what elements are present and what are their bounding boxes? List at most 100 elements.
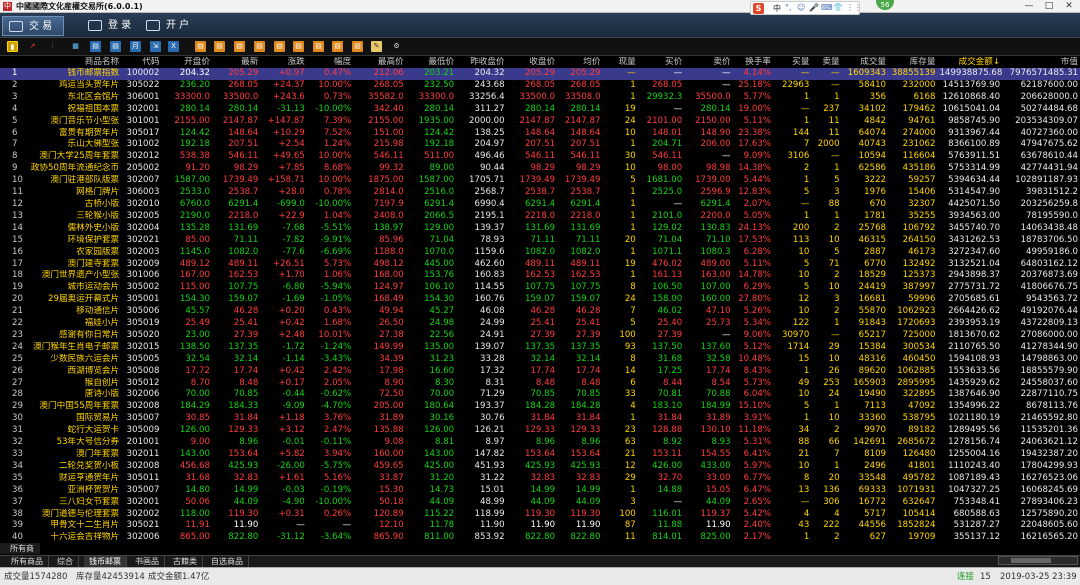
table-row[interactable]: 6 富贵有期贺年片 305017 124.42 148.64 +10.29 7.52% 151… bbox=[0, 128, 1080, 140]
table-row[interactable]: 37 三八妇女节套票 302001 50.06 44.09 -4.90 -10.00% 50.… bbox=[0, 497, 1080, 509]
column-header-bid-vol[interactable]: 买量 bbox=[773, 57, 811, 68]
table-row[interactable]: 38 澳门道德与伦理套票 302002 118.00 119.30 +0.31 0.26% 1… bbox=[0, 509, 1080, 521]
grid-icon[interactable]: ▦ bbox=[70, 41, 81, 52]
note-icon[interactable]: ✎ bbox=[371, 41, 382, 52]
table-row[interactable]: 26 西湖博览会片 305008 17.72 17.74 +0.42 2.42% 17.98 1… bbox=[0, 366, 1080, 378]
line-chart-icon[interactable]: ↗ bbox=[27, 41, 38, 52]
column-header-ask-vol[interactable]: 卖量 bbox=[811, 57, 841, 68]
history-icon[interactable]: ▤ bbox=[352, 41, 363, 52]
column-header-cur-vol[interactable]: 现量 bbox=[602, 57, 637, 68]
table-row[interactable]: 39 甲骨文十二生肖片 305021 11.91 11.90 — — 12.10 11.78 11… bbox=[0, 520, 1080, 532]
table-row[interactable]: 9 政协50周年流通纪念币 205002 91.20 98.29 +7.85 8.68% 99… bbox=[0, 163, 1080, 175]
horizontal-scrollbar[interactable] bbox=[998, 556, 1078, 565]
quote-table[interactable]: 商品名称 代码 开盘价 最新 涨跌 幅度 最高价 最低价 昨收盘价 收盘价 均价… bbox=[0, 57, 1080, 552]
cell-index: 16 bbox=[12, 246, 23, 257]
close-button[interactable]: ✕ bbox=[1060, 0, 1078, 12]
column-header-bid[interactable]: 买价 bbox=[638, 57, 684, 68]
table-row[interactable]: 15 环境保护套票 302021 85.00 71.11 -7.82 -9.91% 85.96… bbox=[0, 235, 1080, 247]
export-icon[interactable]: ⇲ bbox=[150, 41, 161, 52]
column-header-latest[interactable]: 最新 bbox=[212, 57, 260, 68]
table-row[interactable]: 17 澳门建寺套票 302009 489.12 489.11 +26.51 5.73% 498… bbox=[0, 259, 1080, 271]
transfer-icon[interactable]: ▤ bbox=[254, 41, 265, 52]
doc-icon[interactable]: ▤ bbox=[110, 41, 121, 52]
table-row[interactable]: 40 十六运会吉祥物片 302006 865.00 822.80 -31.12 -3.64%… bbox=[0, 532, 1080, 544]
column-header-avg[interactable]: 均价 bbox=[557, 57, 602, 68]
column-header-amount[interactable]: 成交金额↓ bbox=[937, 57, 1002, 68]
table-row[interactable]: 18 澳门世界遗产小型张 301006 167.00 162.53 +1.70 1.06% 1… bbox=[0, 270, 1080, 282]
chart-icon[interactable]: ▮ bbox=[7, 41, 18, 52]
column-header-close[interactable]: 收盘价 bbox=[507, 57, 557, 68]
column-header-high[interactable]: 最高价 bbox=[353, 57, 405, 68]
column-header-volume[interactable]: 成交量 bbox=[842, 57, 888, 68]
table-row[interactable]: 20 29届奥运开幕式片 305001 154.30 159.07 -1.69 -1.05%… bbox=[0, 294, 1080, 306]
column-header-change-pct[interactable]: 幅度 bbox=[307, 57, 353, 68]
table-row[interactable]: 12 古桥小版 302010 6760.0 6291.4 -699.0 -10.00% 719… bbox=[0, 199, 1080, 211]
color-icon[interactable]: ▤ bbox=[313, 41, 324, 52]
microphone-icon[interactable]: 🎤 bbox=[809, 3, 819, 12]
table-row[interactable]: 34 二轮兑奖贺小板 302008 456.68 425.93 -26.00 -5.75% 4… bbox=[0, 461, 1080, 473]
table-row[interactable]: 23 感谢有你日常片 305020 23.00 27.39 +2.48 10.01% 27.3… bbox=[0, 330, 1080, 342]
table-row[interactable]: 14 儒林外史小版 302004 135.28 131.69 -7.68 -5.51% 138… bbox=[0, 223, 1080, 235]
table-row[interactable]: 8 澳门大学25周年套票 302012 538.38 546.11 +49.65 10.00… bbox=[0, 151, 1080, 163]
column-header-inventory[interactable]: 库存量 bbox=[888, 57, 937, 68]
column-header-ask[interactable]: 卖价 bbox=[684, 57, 732, 68]
table-row[interactable]: 27 猴自创片 305012 8.70 8.48 +0.17 2.05% 8.90 8.30 8.… bbox=[0, 378, 1080, 390]
chinese-mode-icon[interactable]: 中 bbox=[773, 3, 781, 14]
list-icon[interactable]: ▤ bbox=[332, 41, 343, 52]
more-icon[interactable]: ⋮⋮ bbox=[846, 3, 862, 12]
table-row[interactable]: 35 财运亨通贺年片 305011 31.68 32.83 +1.61 5.16% 33.87… bbox=[0, 473, 1080, 485]
table-row[interactable]: 19 城市运动会片 305002 115.00 107.75 -6.80 -5.94% 124… bbox=[0, 282, 1080, 294]
calc-icon[interactable]: ▤ bbox=[195, 41, 206, 52]
table-row[interactable]: 33 澳门年套票 302011 143.00 153.64 +5.82 3.94% 160.0… bbox=[0, 449, 1080, 461]
report-icon[interactable]: ▤ bbox=[214, 41, 225, 52]
table-row[interactable]: 4 祝福祖国本票 302001 280.14 280.14 -31.13 -10.00% 34… bbox=[0, 104, 1080, 116]
tab-trade[interactable]: 交 易 bbox=[2, 16, 64, 36]
table-row[interactable]: 28 唐诗小版 302006 70.00 70.85 -0.44 -0.62% 72.50 70… bbox=[0, 389, 1080, 401]
table-row[interactable]: 29 澳门中国55周年套票 302008 184.29 184.33 -9.09 -4.70… bbox=[0, 401, 1080, 413]
table-row[interactable]: 31 蛇行大运贺卡 305009 126.00 129.33 +3.12 2.47% 135.… bbox=[0, 425, 1080, 437]
keyboard-icon[interactable]: ⌨ bbox=[821, 3, 833, 12]
excel-icon[interactable]: X bbox=[168, 41, 179, 52]
settings-icon[interactable]: ▤ bbox=[274, 41, 285, 52]
column-header-market-value[interactable]: 市值 bbox=[1002, 57, 1080, 68]
table-row[interactable]: 36 亚洲杯贺贺片 305007 14.80 14.99 -0.03 -0.19% 15.30… bbox=[0, 485, 1080, 497]
column-header-low[interactable]: 最低价 bbox=[406, 57, 456, 68]
column-header-code[interactable]: 代码 bbox=[121, 57, 161, 68]
table-row[interactable]: 32 53年大号信分券 201001 9.00 8.96 -0.01 -0.11% 9.08 8… bbox=[0, 437, 1080, 449]
table-row[interactable]: 24 澳门猴年生肖电子邮票 302015 138.50 137.35 -1.72 -1.24… bbox=[0, 342, 1080, 354]
table-row[interactable]: 11 网格门牌片 306003 2533.0 2538.7 +28.0 0.78% 2814.… bbox=[0, 187, 1080, 199]
column-header-index[interactable] bbox=[0, 57, 24, 68]
column-header-change[interactable]: 涨跌 bbox=[260, 57, 306, 68]
column-header-name[interactable]: 商品名称 bbox=[24, 57, 121, 68]
candle-icon[interactable]: ⫶ bbox=[47, 41, 58, 52]
bank-icon[interactable]: ▤ bbox=[234, 41, 245, 52]
filter-icon[interactable]: ▤ bbox=[293, 41, 304, 52]
column-header-prev-close[interactable]: 昨收盘价 bbox=[456, 57, 506, 68]
tab-login[interactable]: 登 录 bbox=[82, 16, 142, 36]
ime-toolbar[interactable]: S 中 °, ☺ 🎤 ⌨ 👕 ⋮⋮ bbox=[750, 1, 862, 15]
punctuation-icon[interactable]: °, bbox=[785, 3, 792, 12]
table-row[interactable]: 3 东北区会馆片 306001 33300.0 33500.0 +243.6 0.73% 35… bbox=[0, 92, 1080, 104]
table-row[interactable]: 25 少数民族六运会片 305005 32.54 32.14 -1.14 -3.43% 34.… bbox=[0, 354, 1080, 366]
table-row[interactable]: 5 澳门音乐节小型张 301001 2155.00 2147.87 +147.87 7.39… bbox=[0, 116, 1080, 128]
table-row[interactable]: 1 钱币邮票指数 100002 204.32 205.29 +0.97 0.47% 212.0… bbox=[0, 68, 1080, 80]
scrollbar-thumb[interactable] bbox=[1011, 558, 1051, 563]
minimize-button[interactable]: — bbox=[1020, 0, 1038, 12]
month-icon[interactable]: 月 bbox=[130, 41, 141, 52]
gear-icon[interactable]: ⚙ bbox=[391, 41, 402, 52]
table-row[interactable]: 2 鸡运当头贺年片 305022 236.20 268.05 +24.37 10.00% 26… bbox=[0, 80, 1080, 92]
table-row[interactable]: 7 乐山大佛型张 301002 192.18 207.51 +2.54 1.24% 215.9… bbox=[0, 139, 1080, 151]
table-row[interactable]: 10 澳门驻港部队版票 302007 1587.00 1739.49 +158.71 10.… bbox=[0, 175, 1080, 187]
table-row[interactable]: 21 移动通信片 305006 45.57 46.28 +0.20 0.43% 49.94 45… bbox=[0, 306, 1080, 318]
table-row[interactable]: 16 农家园版票 302003 1145.0 1082.0 -77.6 -6.69% 1188… bbox=[0, 247, 1080, 259]
skin-icon[interactable]: 👕 bbox=[833, 3, 843, 12]
column-header-open[interactable]: 开盘价 bbox=[161, 57, 211, 68]
column-header-turnover-rate[interactable]: 换手率 bbox=[733, 57, 773, 68]
window-icon[interactable]: ▤ bbox=[90, 41, 101, 52]
tab-open-account[interactable]: 开 户 bbox=[140, 16, 200, 36]
table-row[interactable]: 30 国际贸易片 305007 30.85 31.84 +1.18 3.76% 31.89 30… bbox=[0, 413, 1080, 425]
maximize-button[interactable]: □ bbox=[1040, 0, 1058, 12]
table-row[interactable]: 13 三轮猴小版 302005 2190.0 2218.0 +22.9 1.04% 2408.… bbox=[0, 211, 1080, 223]
emoji-icon[interactable]: ☺ bbox=[797, 3, 805, 12]
table-row[interactable]: 22 福娃小片 305019 25.49 25.41 +0.42 1.68% 26.50 24.… bbox=[0, 318, 1080, 330]
